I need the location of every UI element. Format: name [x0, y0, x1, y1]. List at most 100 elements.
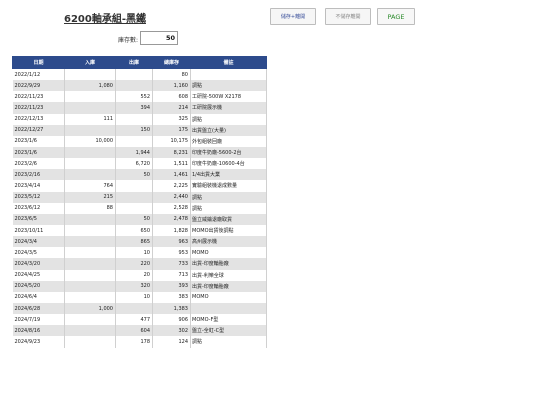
- cell-out: 6,720: [115, 158, 153, 170]
- cell-date: 2023/1/6: [12, 135, 65, 147]
- cell-note: 外包組裝回廠: [190, 135, 267, 147]
- cell-out: 1,944: [115, 146, 153, 159]
- cell-date: 2023/2/16: [12, 169, 65, 181]
- cell-out: 604: [115, 325, 153, 337]
- cell-note: 印度牛奶廠-5600-2台: [190, 146, 267, 159]
- stock-input[interactable]: 50: [140, 31, 178, 45]
- cell-out: [115, 135, 153, 147]
- cell-note: [190, 68, 267, 81]
- cell-total: 608: [152, 91, 191, 103]
- cell-out: 220: [115, 258, 153, 270]
- cell-total: 80: [152, 68, 191, 81]
- cell-out: 394: [115, 102, 153, 114]
- cell-note: 出貨-印度輪胎廠: [190, 258, 267, 270]
- cell-out: 650: [115, 224, 153, 237]
- cell-note: MOMO: [190, 247, 267, 259]
- cell-date: 2024/7/19: [12, 314, 65, 326]
- cell-date: 2023/2/6: [12, 158, 65, 170]
- cell-out: [115, 68, 153, 81]
- save-and-exit-button[interactable]: 儲存+離開: [270, 8, 316, 25]
- page-button[interactable]: PAGE: [377, 8, 415, 25]
- cell-note: 出貨-利樂全球: [190, 269, 267, 281]
- cell-total: 2,440: [152, 191, 191, 203]
- cell-total: 124: [152, 336, 191, 348]
- cell-total: 2,528: [152, 202, 191, 214]
- table-row: 2023/6/5 50 2,478 盤立威鑰退廠取貨: [12, 213, 267, 225]
- table-row: 2024/6/28 1,000 1,383: [12, 302, 267, 315]
- cell-note: 印度牛奶廠-10600-4台: [190, 158, 267, 170]
- cell-date: 2022/12/13: [12, 113, 65, 125]
- cell-total: 906: [152, 314, 191, 326]
- cell-out: [115, 80, 153, 92]
- table-row: 2024/6/4 10 383 MOMO: [12, 291, 267, 303]
- table-row: 2024/7/19 477 906 MOMO-F型: [12, 314, 267, 326]
- cell-note: 出貨-印度輪胎廠: [190, 280, 267, 292]
- inventory-table: 日期 入庫 出庫 總庫存 備註 2022/1/12 80 2022/9/29 1,08…: [12, 56, 267, 348]
- cell-out: 20: [115, 269, 153, 281]
- cell-out: 178: [115, 336, 153, 348]
- column-header-date: 日期: [12, 56, 65, 69]
- cell-note: 工研院-500W X2178: [190, 91, 267, 103]
- cell-in: [64, 224, 116, 237]
- cell-in: [64, 247, 116, 259]
- cell-in: [64, 258, 116, 270]
- cell-total: 713: [152, 269, 191, 281]
- cell-total: 733: [152, 258, 191, 270]
- cell-in: [64, 124, 116, 136]
- cell-note: 調點: [190, 80, 267, 92]
- cell-out: 865: [115, 236, 153, 248]
- cell-in: 10,000: [64, 135, 116, 147]
- cell-date: 2023/1/6: [12, 146, 65, 159]
- table-row: 2023/4/14 764 2,225 實驗組裝機退成數量: [12, 180, 267, 192]
- table-row: 2023/2/16 50 1,461 1/4出貨大業: [12, 169, 267, 181]
- cell-date: 2022/9/29: [12, 80, 65, 92]
- cell-note: 實驗組裝機退成數量: [190, 180, 267, 192]
- cell-note: 1/4出貨大業: [190, 169, 267, 181]
- cell-note: 調點: [190, 191, 267, 203]
- table-row: 2022/9/29 1,080 1,160 調點: [12, 80, 267, 92]
- cell-total: 1,511: [152, 158, 191, 170]
- cell-total: 963: [152, 236, 191, 248]
- cell-total: 8,231: [152, 146, 191, 159]
- cell-in: [64, 169, 116, 181]
- cell-date: 2023/10/11: [12, 224, 65, 237]
- cell-in: [64, 158, 116, 170]
- cell-date: 2023/5/12: [12, 191, 65, 203]
- cell-out: 50: [115, 169, 153, 181]
- cell-date: 2024/4/25: [12, 269, 65, 281]
- table-row: 2023/1/6 1,944 8,231 印度牛奶廠-5600-2台: [12, 146, 267, 159]
- cell-in: [64, 280, 116, 292]
- cell-total: 1,828: [152, 224, 191, 237]
- table-row: 2023/10/11 650 1,828 MOMO出貨後調點: [12, 224, 267, 237]
- cell-out: 10: [115, 291, 153, 303]
- exit-without-save-button[interactable]: 不儲存離開: [325, 8, 371, 25]
- cell-in: [64, 236, 116, 248]
- cell-in: [64, 91, 116, 103]
- cell-total: 2,478: [152, 213, 191, 225]
- table-row: 2022/11/23 552 608 工研院-500W X2178: [12, 91, 267, 103]
- table-header-row: 日期 入庫 出庫 總庫存 備註: [12, 56, 267, 69]
- column-header-total: 總庫存: [152, 56, 191, 69]
- cell-total: 393: [152, 280, 191, 292]
- cell-out: 552: [115, 91, 153, 103]
- cell-out: [115, 202, 153, 214]
- cell-total: 214: [152, 102, 191, 114]
- cell-date: 2024/3/4: [12, 236, 65, 248]
- cell-in: 88: [64, 202, 116, 214]
- cell-out: 477: [115, 314, 153, 326]
- table-row: 2022/12/13 111 325 調點: [12, 113, 267, 125]
- cell-total: 383: [152, 291, 191, 303]
- table-row: 2024/3/4 865 963 高州展示機: [12, 236, 267, 248]
- cell-date: 2024/8/16: [12, 325, 65, 337]
- column-header-note: 備註: [190, 56, 267, 69]
- cell-note: 調點: [190, 336, 267, 348]
- table-row: 2022/12/27 150 175 出貨盤立(大量): [12, 124, 267, 136]
- cell-out: 50: [115, 213, 153, 225]
- cell-note: [190, 302, 267, 315]
- cell-note: 工研院展示機: [190, 102, 267, 114]
- cell-total: 1,461: [152, 169, 191, 181]
- cell-date: 2023/6/5: [12, 213, 65, 225]
- column-header-out: 出庫: [115, 56, 153, 69]
- table-row: 2023/5/12 215 2,440 調點: [12, 191, 267, 203]
- cell-note: MOMO: [190, 291, 267, 303]
